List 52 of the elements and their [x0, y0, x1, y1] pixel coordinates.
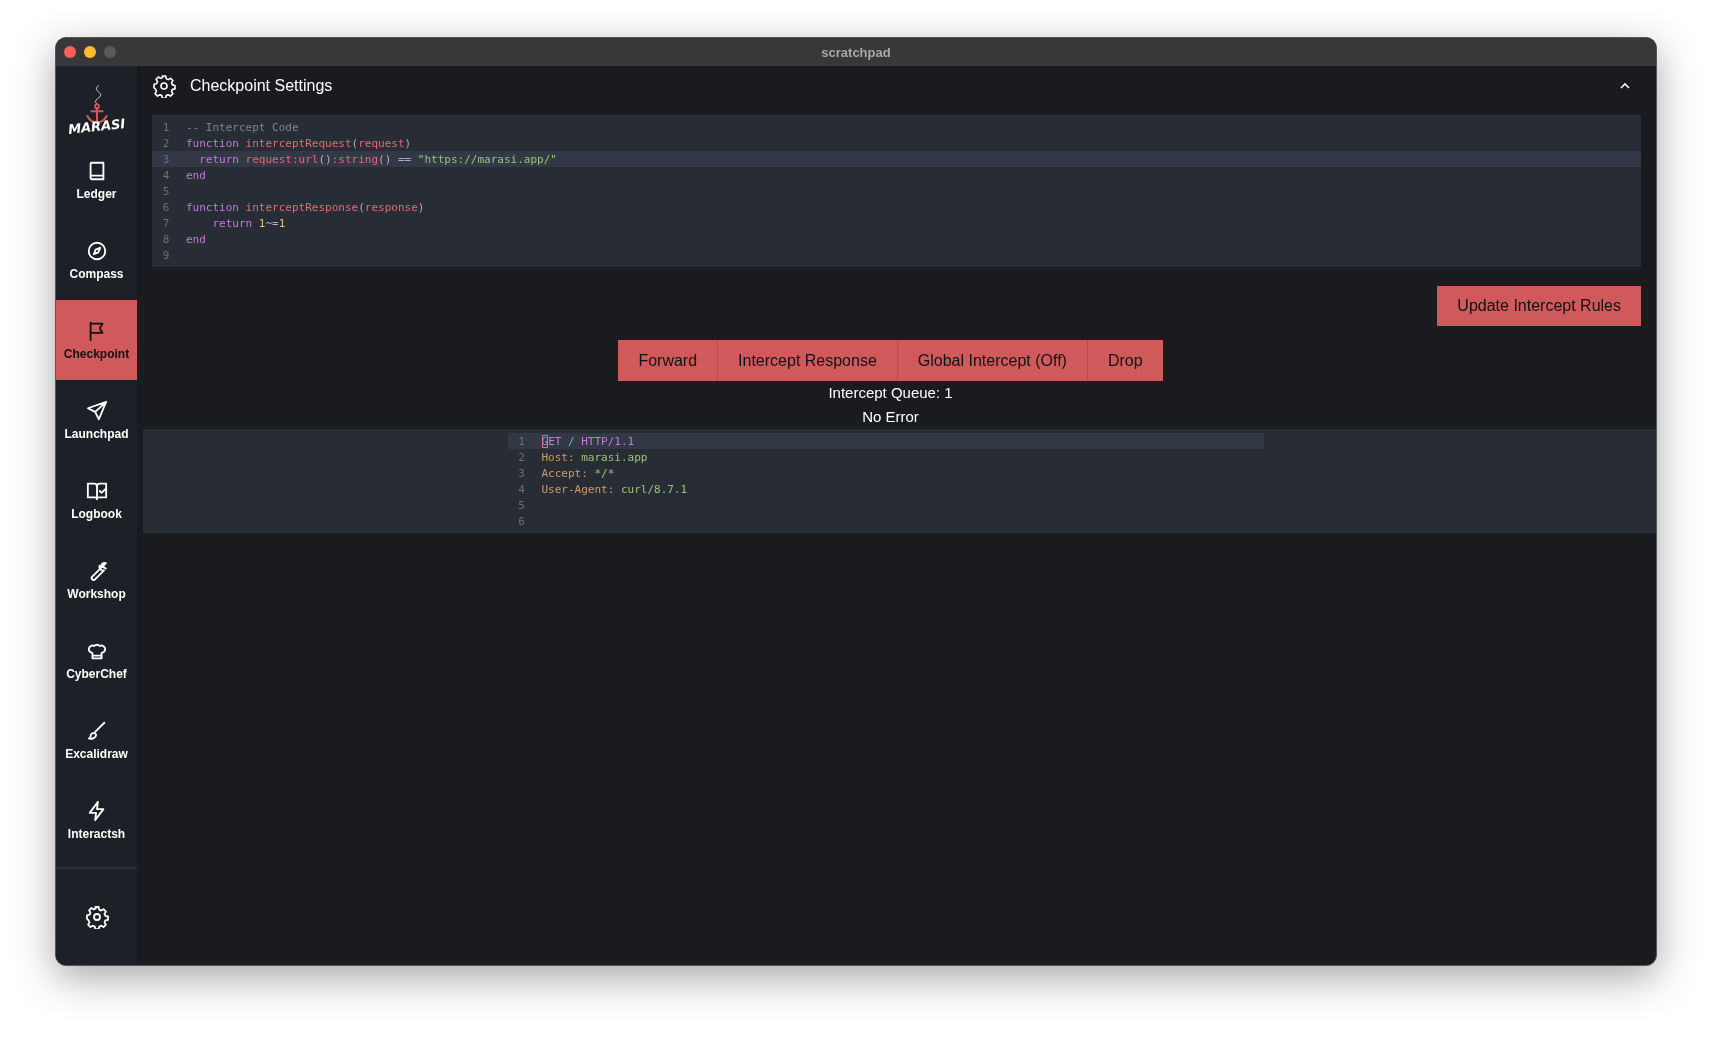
line-number: 2	[517, 450, 526, 464]
code-line: User-Agent: curl/8.7.1	[540, 482, 688, 496]
update-intercept-rules-button[interactable]: Update Intercept Rules	[1437, 286, 1641, 326]
line-number: 6	[161, 200, 171, 214]
window-title: scratchpad	[821, 44, 891, 60]
sidebar-item[interactable]: Workshop	[56, 540, 137, 620]
line-number: 8	[161, 232, 171, 246]
line-number: 4	[517, 482, 526, 496]
sidebar-item[interactable]: Logbook	[56, 460, 137, 540]
action-button[interactable]: Global Intercept (Off)	[897, 340, 1088, 381]
line-number: 7	[161, 216, 171, 230]
line-number: 3	[517, 466, 526, 480]
code-line: return 1~=1	[211, 216, 286, 230]
sidebar-item[interactable]: Checkpoint	[56, 300, 137, 380]
code-line: function interceptRequest(request)	[185, 136, 412, 150]
code-line: end	[185, 168, 206, 182]
action-button[interactable]: Intercept Response	[718, 340, 898, 381]
sidebar-item[interactable]: Launchpad	[56, 380, 137, 460]
code-line: -- Intercept Code	[185, 120, 299, 134]
line-number: 9	[161, 248, 171, 262]
queue-status: Intercept Queue: 1	[827, 383, 954, 403]
paper-plane-icon	[85, 399, 108, 422]
code-editor[interactable]: 1 -- Intercept Code 2 function interceptRequest(request) 3 return request:url():string() == "https://marasi.app/" 4 end 5 6 function interceptResponse(response) 7 return 1~=1 8 end 9	[152, 115, 1641, 267]
sidebar-item[interactable]: Ledger	[56, 140, 137, 220]
line-number: 1	[517, 434, 526, 448]
line-number: 6	[517, 514, 526, 528]
settings-icon[interactable]	[84, 905, 109, 929]
close-window-button[interactable]	[64, 46, 76, 58]
error-status: No Error	[861, 407, 920, 427]
code-line: Host: marasi.app	[540, 450, 648, 464]
line-number: 4	[161, 168, 171, 182]
minimize-window-button[interactable]	[84, 46, 96, 58]
line-number: 5	[517, 498, 526, 512]
settings-icon	[152, 74, 176, 98]
brush-icon	[85, 719, 108, 742]
logo-text: MARASI	[67, 116, 126, 137]
code-line: return request:url():string() == "https://marasi.app/"	[198, 152, 557, 166]
action-button[interactable]: Drop	[1087, 340, 1163, 381]
line-number: 5	[161, 184, 171, 198]
action-button[interactable]: Forward	[618, 340, 719, 381]
code-line: Accept: */*	[540, 466, 615, 480]
sidebar-item[interactable]: Compass	[56, 220, 137, 300]
compass-icon	[85, 239, 108, 262]
line-number: 2	[161, 136, 171, 150]
line-number: 3	[161, 152, 171, 166]
sidebar-item[interactable]: Interactsh	[56, 780, 137, 860]
sidebar-item[interactable]: CyberChef	[56, 620, 137, 700]
code-line: function interceptResponse(response)	[185, 200, 425, 214]
code-line: end	[185, 232, 206, 246]
panel-title: Checkpoint Settings	[190, 77, 334, 95]
line-number: 1	[161, 120, 171, 134]
sidebar-item[interactable]: Excalidraw	[56, 700, 137, 780]
